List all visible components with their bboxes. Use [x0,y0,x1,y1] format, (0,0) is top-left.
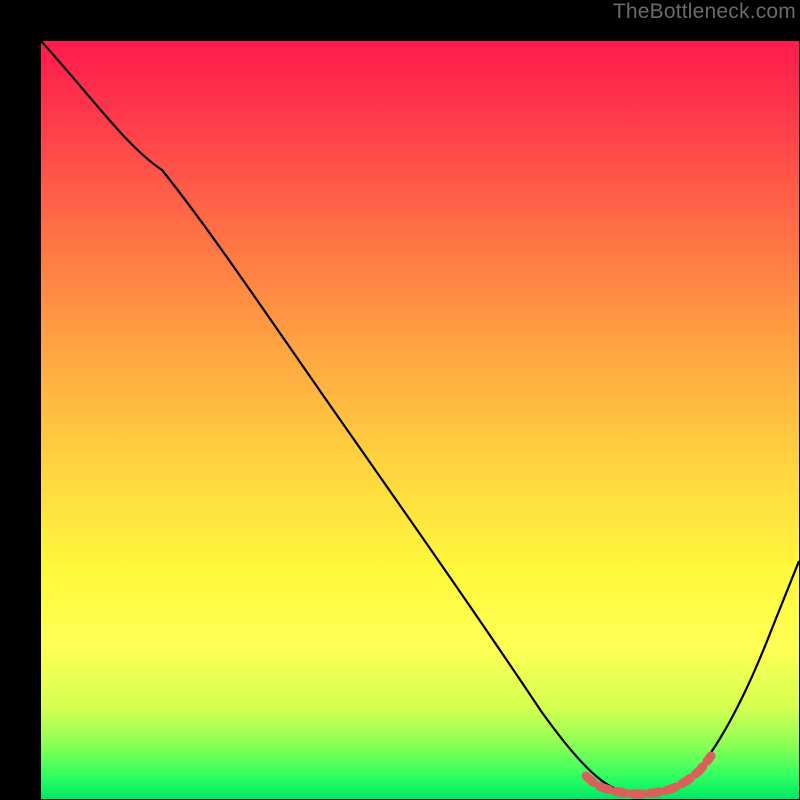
main-curve [41,41,799,795]
highlight-segment [586,756,711,794]
chart-svg [41,41,799,799]
watermark-text: TheBottleneck.com [613,0,796,24]
chart-frame [20,20,780,795]
chart-plot-area [41,41,799,799]
